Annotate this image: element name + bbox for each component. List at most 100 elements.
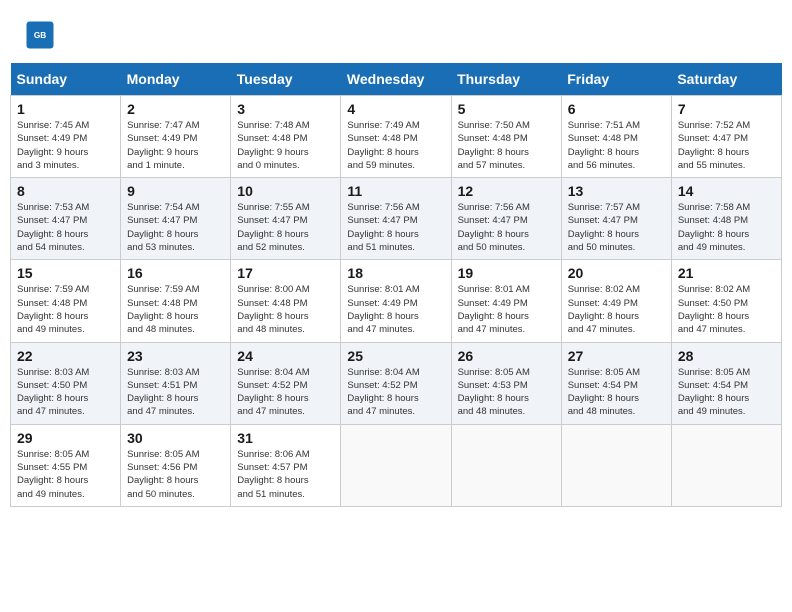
day-info: Sunrise: 7:51 AM Sunset: 4:48 PM Dayligh… — [568, 119, 665, 172]
day-info: Sunrise: 8:05 AM Sunset: 4:54 PM Dayligh… — [568, 366, 665, 419]
calendar-cell: 4 Sunrise: 7:49 AM Sunset: 4:48 PM Daylig… — [341, 96, 451, 178]
day-number: 11 — [347, 183, 444, 199]
calendar-cell: 25 Sunrise: 8:04 AM Sunset: 4:52 PM Dayli… — [341, 342, 451, 424]
day-number: 4 — [347, 101, 444, 117]
day-info: Sunrise: 7:52 AM Sunset: 4:47 PM Dayligh… — [678, 119, 775, 172]
day-number: 15 — [17, 265, 114, 281]
calendar-cell: 23 Sunrise: 8:03 AM Sunset: 4:51 PM Dayli… — [121, 342, 231, 424]
calendar-week-row: 29 Sunrise: 8:05 AM Sunset: 4:55 PM Dayli… — [11, 424, 782, 506]
day-number: 28 — [678, 348, 775, 364]
calendar-cell: 2 Sunrise: 7:47 AM Sunset: 4:49 PM Daylig… — [121, 96, 231, 178]
logo: GB — [25, 20, 59, 50]
calendar-cell: 18 Sunrise: 8:01 AM Sunset: 4:49 PM Dayli… — [341, 260, 451, 342]
logo-icon: GB — [25, 20, 55, 50]
day-info: Sunrise: 7:57 AM Sunset: 4:47 PM Dayligh… — [568, 201, 665, 254]
calendar-cell: 27Sunrise: 8:05 AM Sunset: 4:54 PM Dayli… — [561, 342, 671, 424]
weekday-header: Sunday — [11, 63, 121, 96]
calendar-cell: 3Sunrise: 7:48 AM Sunset: 4:48 PM Daylig… — [231, 96, 341, 178]
day-info: Sunrise: 8:05 AM Sunset: 4:54 PM Dayligh… — [678, 366, 775, 419]
calendar-cell: 13 Sunrise: 7:57 AM Sunset: 4:47 PM Dayli… — [561, 178, 671, 260]
day-info: Sunrise: 8:01 AM Sunset: 4:49 PM Dayligh… — [347, 283, 444, 336]
calendar-cell: 16 Sunrise: 7:59 AM Sunset: 4:48 PM Dayli… — [121, 260, 231, 342]
day-number: 20 — [568, 265, 665, 281]
day-info: Sunrise: 8:04 AM Sunset: 4:52 PM Dayligh… — [347, 366, 444, 419]
day-number: 23 — [127, 348, 224, 364]
day-info: Sunrise: 8:03 AM Sunset: 4:51 PM Dayligh… — [127, 366, 224, 419]
calendar-cell: 8Sunrise: 7:53 AM Sunset: 4:47 PM Daylig… — [11, 178, 121, 260]
calendar-cell: 10 Sunrise: 7:55 AM Sunset: 4:47 PM Dayli… — [231, 178, 341, 260]
day-info: Sunrise: 7:49 AM Sunset: 4:48 PM Dayligh… — [347, 119, 444, 172]
weekday-header: Saturday — [671, 63, 781, 96]
day-info: Sunrise: 8:06 AM Sunset: 4:57 PM Dayligh… — [237, 448, 334, 501]
day-info: Sunrise: 8:05 AM Sunset: 4:56 PM Dayligh… — [127, 448, 224, 501]
day-info: Sunrise: 7:47 AM Sunset: 4:49 PM Dayligh… — [127, 119, 224, 172]
calendar-cell: 11Sunrise: 7:56 AM Sunset: 4:47 PM Dayli… — [341, 178, 451, 260]
day-info: Sunrise: 7:54 AM Sunset: 4:47 PM Dayligh… — [127, 201, 224, 254]
calendar-header-row: SundayMondayTuesdayWednesdayThursdayFrid… — [11, 63, 782, 96]
day-number: 13 — [568, 183, 665, 199]
calendar-cell: 26Sunrise: 8:05 AM Sunset: 4:53 PM Dayli… — [451, 342, 561, 424]
calendar-cell: 28 Sunrise: 8:05 AM Sunset: 4:54 PM Dayli… — [671, 342, 781, 424]
calendar-cell: 31 Sunrise: 8:06 AM Sunset: 4:57 PM Dayli… — [231, 424, 341, 506]
day-info: Sunrise: 7:50 AM Sunset: 4:48 PM Dayligh… — [458, 119, 555, 172]
calendar-cell: 6 Sunrise: 7:51 AM Sunset: 4:48 PM Daylig… — [561, 96, 671, 178]
day-info: Sunrise: 8:02 AM Sunset: 4:49 PM Dayligh… — [568, 283, 665, 336]
day-number: 29 — [17, 430, 114, 446]
day-info: Sunrise: 8:03 AM Sunset: 4:50 PM Dayligh… — [17, 366, 114, 419]
day-number: 14 — [678, 183, 775, 199]
day-number: 25 — [347, 348, 444, 364]
day-number: 12 — [458, 183, 555, 199]
day-number: 16 — [127, 265, 224, 281]
calendar-cell — [341, 424, 451, 506]
day-number: 17 — [237, 265, 334, 281]
calendar-cell: 1Sunrise: 7:45 AM Sunset: 4:49 PM Daylig… — [11, 96, 121, 178]
calendar-cell — [671, 424, 781, 506]
day-info: Sunrise: 8:04 AM Sunset: 4:52 PM Dayligh… — [237, 366, 334, 419]
calendar-cell: 19 Sunrise: 8:01 AM Sunset: 4:49 PM Dayli… — [451, 260, 561, 342]
day-number: 26 — [458, 348, 555, 364]
day-number: 9 — [127, 183, 224, 199]
day-number: 18 — [347, 265, 444, 281]
calendar-cell: 29 Sunrise: 8:05 AM Sunset: 4:55 PM Dayli… — [11, 424, 121, 506]
calendar: SundayMondayTuesdayWednesdayThursdayFrid… — [10, 63, 782, 507]
calendar-cell: 22Sunrise: 8:03 AM Sunset: 4:50 PM Dayli… — [11, 342, 121, 424]
calendar-cell: 14Sunrise: 7:58 AM Sunset: 4:48 PM Dayli… — [671, 178, 781, 260]
day-info: Sunrise: 7:56 AM Sunset: 4:47 PM Dayligh… — [458, 201, 555, 254]
calendar-cell: 15Sunrise: 7:59 AM Sunset: 4:48 PM Dayli… — [11, 260, 121, 342]
day-number: 19 — [458, 265, 555, 281]
day-info: Sunrise: 7:55 AM Sunset: 4:47 PM Dayligh… — [237, 201, 334, 254]
calendar-cell: 24 Sunrise: 8:04 AM Sunset: 4:52 PM Dayli… — [231, 342, 341, 424]
calendar-cell: 5 Sunrise: 7:50 AM Sunset: 4:48 PM Daylig… — [451, 96, 561, 178]
calendar-cell — [561, 424, 671, 506]
weekday-header: Tuesday — [231, 63, 341, 96]
day-info: Sunrise: 8:05 AM Sunset: 4:55 PM Dayligh… — [17, 448, 114, 501]
calendar-cell — [451, 424, 561, 506]
day-number: 5 — [458, 101, 555, 117]
weekday-header: Monday — [121, 63, 231, 96]
calendar-cell: 20 Sunrise: 8:02 AM Sunset: 4:49 PM Dayli… — [561, 260, 671, 342]
day-number: 10 — [237, 183, 334, 199]
day-info: Sunrise: 7:48 AM Sunset: 4:48 PM Dayligh… — [237, 119, 334, 172]
calendar-week-row: 15 Sunrise: 7:59 AM Sunset: 4:48 PM Dayli… — [11, 260, 782, 342]
calendar-cell: 30Sunrise: 8:05 AM Sunset: 4:56 PM Dayli… — [121, 424, 231, 506]
svg-text:GB: GB — [34, 31, 46, 40]
day-number: 31 — [237, 430, 334, 446]
calendar-cell: 9 Sunrise: 7:54 AM Sunset: 4:47 PM Daylig… — [121, 178, 231, 260]
calendar-cell: 21 Sunrise: 8:02 AM Sunset: 4:50 PM Dayli… — [671, 260, 781, 342]
day-info: Sunrise: 7:53 AM Sunset: 4:47 PM Dayligh… — [17, 201, 114, 254]
calendar-week-row: 8Sunrise: 7:53 AM Sunset: 4:47 PM Daylig… — [11, 178, 782, 260]
calendar-week-row: 1Sunrise: 7:45 AM Sunset: 4:49 PM Daylig… — [11, 96, 782, 178]
day-number: 6 — [568, 101, 665, 117]
day-info: Sunrise: 8:01 AM Sunset: 4:49 PM Dayligh… — [458, 283, 555, 336]
header: GB — [10, 10, 782, 55]
day-number: 21 — [678, 265, 775, 281]
day-info: Sunrise: 7:45 AM Sunset: 4:49 PM Dayligh… — [17, 119, 114, 172]
calendar-cell: 7Sunrise: 7:52 AM Sunset: 4:47 PM Daylig… — [671, 96, 781, 178]
day-info: Sunrise: 7:59 AM Sunset: 4:48 PM Dayligh… — [127, 283, 224, 336]
day-number: 24 — [237, 348, 334, 364]
weekday-header: Friday — [561, 63, 671, 96]
weekday-header: Wednesday — [341, 63, 451, 96]
day-info: Sunrise: 8:02 AM Sunset: 4:50 PM Dayligh… — [678, 283, 775, 336]
day-number: 2 — [127, 101, 224, 117]
calendar-week-row: 22Sunrise: 8:03 AM Sunset: 4:50 PM Dayli… — [11, 342, 782, 424]
